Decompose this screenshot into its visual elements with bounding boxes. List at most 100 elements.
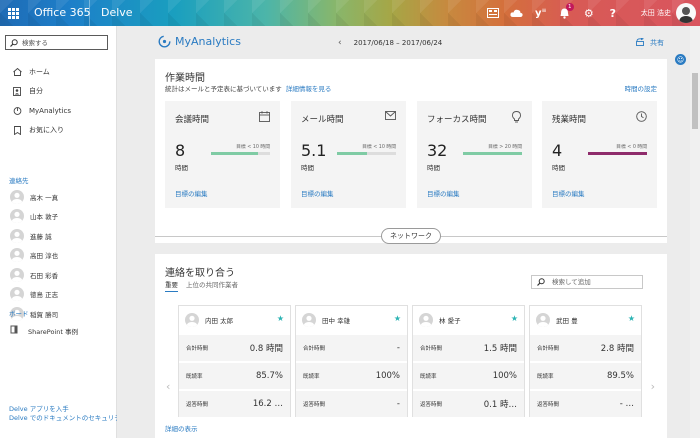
person-card[interactable]: 林 愛子 ★ 合計時間 1.5 時間 既読率 100% 返答時間 0.1 時… <box>412 305 525 417</box>
metric-unit: 時間 <box>552 164 565 172</box>
person-card[interactable]: 武田 豊 ★ 合計時間 2.8 時間 既読率 89.5% 返答時間 - … <box>529 305 642 417</box>
contact-name: 稲賀 勝司 <box>30 310 59 319</box>
app-name[interactable]: Delve <box>101 6 133 19</box>
security-link[interactable]: Delve でのドキュメントのセキュリティにつ <box>9 414 117 423</box>
calendar-icon <box>258 111 270 123</box>
yammer-button[interactable]: y ≡ <box>529 0 553 26</box>
contact-item[interactable]: 徳島 正志 <box>0 285 116 305</box>
metric-progress-fill <box>211 152 259 155</box>
stat-label: 既読率 <box>186 374 203 380</box>
tab-top-collaborators[interactable]: 上位の共同作業者 <box>186 279 238 292</box>
contact-item[interactable]: 進藤 誠 <box>0 226 116 246</box>
contact-item[interactable]: 高田 淳也 <box>0 246 116 266</box>
metric-goal: 目標 < 0 時間 <box>616 145 647 150</box>
outlook-button[interactable] <box>481 0 505 26</box>
avatar <box>302 312 316 327</box>
show-details-link[interactable]: 詳細の表示 <box>165 423 198 433</box>
metric-goal: 目標 > 20 時間 <box>488 145 522 150</box>
avatar <box>10 228 24 243</box>
sidebar-footer: Delve アプリを入手 Delve でのドキュメントのセキュリティにつ <box>9 405 117 423</box>
star-icon[interactable]: ★ <box>628 314 635 323</box>
work-time-card: 作業時間 統計はメールと予定表に基づいています 詳細情報を見る 時間の設定 会議時… <box>155 59 667 243</box>
date-range: 2017/06/18 – 2017/06/24 <box>353 39 443 47</box>
chevron-left-icon: ‹ <box>338 38 342 48</box>
sidebar-item-label: 自分 <box>29 87 43 96</box>
metric-progress-bar <box>211 152 270 155</box>
app-launcher-button[interactable] <box>0 0 26 26</box>
network-button[interactable]: ネットワーク <box>381 228 441 244</box>
search-input[interactable] <box>22 38 102 47</box>
avatar <box>10 287 24 302</box>
sidebar-item-label: ホーム <box>29 67 50 76</box>
stat-row-response-time: 返答時間 16.2 … <box>179 389 290 417</box>
edit-goal-link[interactable]: 目標の編集 <box>552 188 585 198</box>
edit-goal-link[interactable]: 目標の編集 <box>175 188 208 198</box>
sidebar-nav: ホーム 自分 MyAnalytics お気に入り <box>0 62 116 140</box>
sidebar: ホーム 自分 MyAnalytics お気に入り 連絡先 高木 一真 山本 敦子… <box>0 26 117 438</box>
next-people-button[interactable]: › <box>651 380 655 393</box>
brand-name[interactable]: Office 365 <box>34 6 91 19</box>
share-button[interactable]: 共有 <box>636 37 664 48</box>
person-card[interactable]: 内田 太郎 ★ 合計時間 0.8 時間 既読率 85.7% 返答時間 16.2 … <box>178 305 291 417</box>
brand-divider <box>89 0 90 26</box>
edit-goal-link[interactable]: 目標の編集 <box>427 188 460 198</box>
board-item[interactable]: SharePoint 事例 <box>10 325 78 336</box>
top-bar: Office 365 Delve y ≡ 1 ⚙ ? 太田 浩史 <box>0 0 700 26</box>
edit-goal-link[interactable]: 目標の編集 <box>301 188 334 198</box>
settings-button[interactable]: ⚙ <box>577 0 601 26</box>
sidebar-item-me[interactable]: 自分 <box>0 82 116 102</box>
stat-value: 85.7% <box>255 371 283 381</box>
metric-card-focus: フォーカス時間 32 時間 目標 > 20 時間 目標の編集 <box>417 101 532 208</box>
stat-value: 0.8 時間 <box>249 344 283 354</box>
metric-card-overtime: 残業時間 4 時間 目標 < 0 時間 目標の編集 <box>542 101 657 208</box>
add-person-input[interactable] <box>552 278 640 286</box>
sidebar-item-favorites[interactable]: お気に入り <box>0 121 116 141</box>
star-icon[interactable]: ★ <box>511 314 518 323</box>
gear-icon: ⚙ <box>583 6 594 20</box>
previous-week-button[interactable]: ‹ <box>338 38 342 48</box>
avatar <box>10 209 24 224</box>
person-card[interactable]: 田中 幸雄 ★ 合計時間 - 既読率 100% 返答時間 - <box>295 305 408 417</box>
add-person-search[interactable] <box>531 275 643 289</box>
contact-item[interactable]: 石田 彩香 <box>0 265 116 285</box>
stat-row-response-time: 返答時間 0.1 時… <box>413 389 524 417</box>
avatar <box>10 189 24 204</box>
time-settings-link[interactable]: 時間の設定 <box>625 83 658 93</box>
notification-badge: 1 <box>565 3 574 11</box>
metric-progress-fill <box>337 152 368 155</box>
contact-item[interactable]: 高木 一真 <box>0 187 116 207</box>
help-icon: ? <box>609 6 616 20</box>
metric-unit: 時間 <box>301 164 314 172</box>
top-bar-actions: y ≡ 1 ⚙ ? 太田 浩史 <box>481 0 700 26</box>
person-card-header: 林 愛子 ★ <box>413 306 524 333</box>
share-label: 共有 <box>650 39 664 47</box>
feedback-button[interactable]: ☺ <box>675 54 686 65</box>
person-name: 内田 太郎 <box>205 316 234 325</box>
page-title: MyAnalytics <box>175 35 241 48</box>
user-name[interactable]: 太田 浩史 <box>641 8 671 18</box>
notifications-button[interactable]: 1 <box>553 0 577 26</box>
stat-label: 合計時間 <box>186 346 209 352</box>
learn-more-link[interactable]: 詳細情報を見る <box>286 85 332 93</box>
sidebar-search[interactable] <box>5 35 108 50</box>
user-avatar[interactable] <box>676 3 696 23</box>
sidebar-item-myanalytics[interactable]: MyAnalytics <box>0 101 116 121</box>
metric-unit: 時間 <box>175 164 188 172</box>
sidebar-item-home[interactable]: ホーム <box>0 62 116 82</box>
smiley-icon: ☺ <box>676 55 685 64</box>
keep-in-touch-title: 連絡を取り合う <box>165 268 235 279</box>
star-icon[interactable]: ★ <box>277 314 284 323</box>
onedrive-button[interactable] <box>505 0 529 26</box>
previous-people-button[interactable]: ‹ <box>166 380 170 393</box>
get-app-link[interactable]: Delve アプリを入手 <box>9 405 117 414</box>
stat-label: 合計時間 <box>303 346 326 352</box>
contact-item[interactable]: 山本 敦子 <box>0 207 116 227</box>
stat-label: 返答時間 <box>420 402 443 408</box>
scrollbar-thumb[interactable] <box>692 73 698 129</box>
bookmark-icon <box>11 125 23 135</box>
metric-value: 5.1 <box>301 141 327 160</box>
waffle-icon <box>7 7 19 19</box>
star-icon[interactable]: ★ <box>394 314 401 323</box>
help-button[interactable]: ? <box>601 0 625 26</box>
tab-important[interactable]: 重要 <box>165 279 178 292</box>
